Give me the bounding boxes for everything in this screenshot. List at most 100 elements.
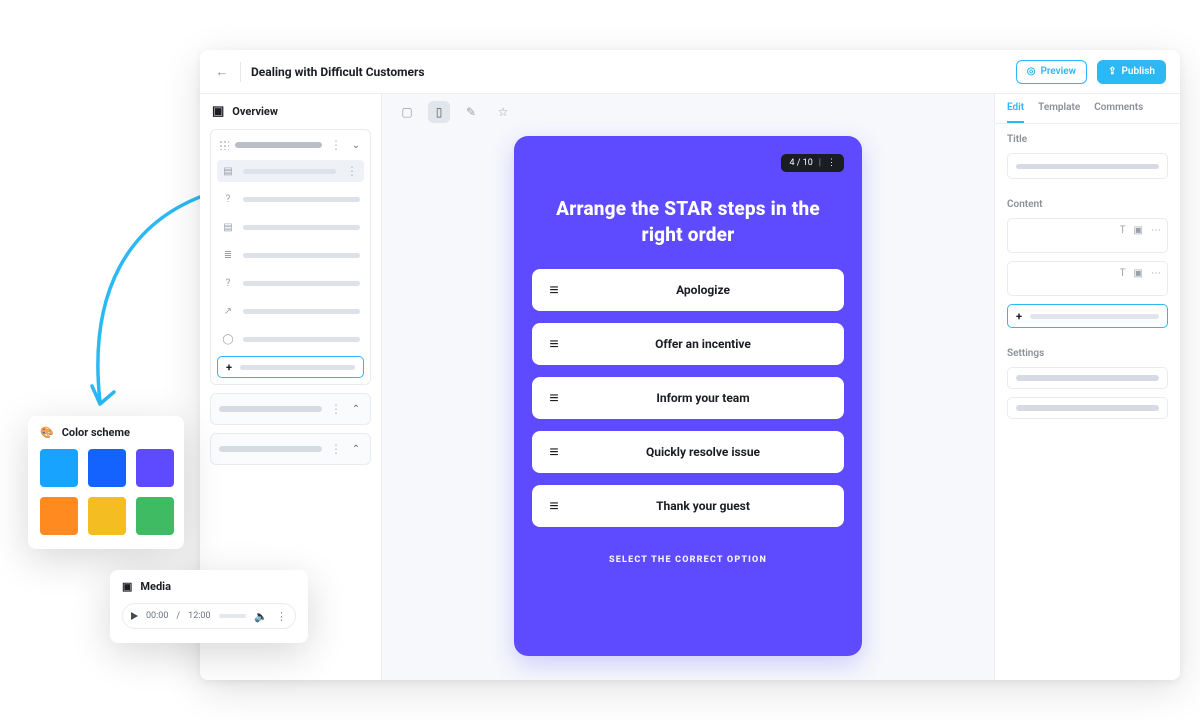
color-swatch[interactable] [136,497,174,535]
progress-pill: 4 / 10 | ⋮ [781,154,844,172]
slide-title-placeholder [243,169,336,174]
tool-comment-icon[interactable]: ✎ [460,101,482,123]
section-card[interactable]: ⋮ ⌃ [210,433,371,465]
section-card[interactable]: ⋮ ⌃ [210,393,371,425]
image-tool-icon[interactable]: ▣ [1134,225,1143,236]
title-value-placeholder [1016,164,1159,169]
text-icon: ▤ [221,220,235,234]
question-icon: ? [221,276,235,290]
reorder-option[interactable]: ≡ Quickly resolve issue [532,431,844,473]
inspector-tabs: Edit Template Comments [995,94,1180,124]
slide-title-placeholder [243,337,360,342]
chevron-down-icon[interactable]: ⌄ [350,140,362,151]
grip-icon[interactable]: ≡ [532,280,574,300]
divider [240,62,241,82]
settings-section-label: Settings [1007,348,1168,359]
section-card[interactable]: ⋮ ⌄ ▤ ⋮ ? ▤ [210,129,371,385]
audio-player[interactable]: 00:00 / 12:00 🔈 ⋮ [122,603,296,629]
color-swatch[interactable] [40,497,78,535]
option-label: Apologize [574,283,832,297]
color-swatch[interactable] [40,449,78,487]
slide-item[interactable]: ▤ ⋮ [217,160,364,182]
tab-template[interactable]: Template [1038,102,1080,123]
slide-item[interactable]: ? [217,272,364,294]
drag-handle-icon[interactable] [219,140,229,150]
plus-icon: + [226,361,232,374]
reorder-option[interactable]: ≡ Apologize [532,269,844,311]
option-label: Thank your guest [574,499,832,513]
tab-comments[interactable]: Comments [1094,102,1143,123]
slide-item[interactable]: ◯ [217,328,364,350]
slide-item[interactable]: ≣ [217,244,364,266]
eye-icon: ◎ [1027,66,1036,77]
content-block[interactable]: T ▣ ⋯ [1007,261,1168,296]
slide-footer-hint: SELECT THE CORRECT OPTION [609,555,767,565]
reorder-option[interactable]: ≡ Thank your guest [532,485,844,527]
kebab-icon[interactable]: ⋮ [328,138,344,152]
kebab-icon[interactable]: ⋮ [328,442,344,456]
inspector-panel: Edit Template Comments Title Content T ▣… [994,94,1180,680]
play-icon[interactable] [131,612,138,620]
slide-title-placeholder [243,253,360,258]
text-tool-icon[interactable]: T [1120,225,1126,236]
reorder-option[interactable]: ≡ Offer an incentive [532,323,844,365]
section-title-placeholder [219,446,322,452]
audio-track[interactable] [219,614,247,618]
kebab-icon[interactable]: ⋮ [344,164,360,178]
option-label: Offer an incentive [574,337,832,351]
slide-item[interactable]: ↗ [217,300,364,322]
tool-mobile-icon[interactable]: ▯ [428,101,450,123]
image-tool-icon[interactable]: ▣ [1134,268,1143,279]
settings-value-placeholder [1016,375,1159,381]
publish-button-label: Publish [1121,66,1155,77]
reorder-options: ≡ Apologize ≡ Offer an incentive ≡ Infor… [532,269,844,527]
chevron-up-icon[interactable]: ⌃ [350,404,362,415]
editor-window: ← Dealing with Difficult Customers ◎ Pre… [200,50,1180,680]
more-icon[interactable]: ⋮ [276,610,287,623]
publish-button[interactable]: ⇪ Publish [1097,60,1166,84]
grip-icon[interactable]: ≡ [532,442,574,462]
content-block[interactable]: T ▣ ⋯ [1007,218,1168,253]
slide-item[interactable]: ? [217,188,364,210]
add-content-button[interactable]: + [1007,304,1168,328]
text-tool-icon[interactable]: T [1120,268,1126,279]
slide-heading: Arrange the STAR steps in the right orde… [538,196,838,247]
tool-desktop-icon[interactable]: ▢ [396,101,418,123]
slide-item[interactable]: ▤ [217,216,364,238]
option-label: Inform your team [574,391,832,405]
progress-menu-icon[interactable]: ⋮ [827,158,836,168]
chevron-up-icon[interactable]: ⌃ [350,444,362,455]
speaker-icon[interactable]: 🔈 [254,610,268,623]
audio-time-current: 00:00 [146,611,168,621]
book-icon: ▣ [212,104,224,119]
section-title-placeholder [235,142,322,148]
kebab-icon[interactable]: ⋮ [328,402,344,416]
audio-time-separator: / [176,611,180,621]
settings-row[interactable] [1007,397,1168,419]
media-title: Media [140,580,171,593]
back-arrow-icon[interactable]: ← [214,64,230,80]
reorder-option[interactable]: ≡ Inform your team [532,377,844,419]
tool-star-icon[interactable]: ☆ [492,101,514,123]
color-swatch[interactable] [136,449,174,487]
slide-title-placeholder [243,225,360,230]
guide-arrow [58,182,218,422]
grip-icon[interactable]: ≡ [532,388,574,408]
canvas-toolbar: ▢ ▯ ✎ ☆ [382,94,994,130]
list-icon: ≣ [221,248,235,262]
color-swatch[interactable] [88,449,126,487]
question-icon: ? [221,192,235,206]
preview-button[interactable]: ◎ Preview [1016,60,1087,84]
title-input[interactable] [1007,153,1168,179]
grip-icon[interactable]: ≡ [532,334,574,354]
add-slide-button[interactable]: + [217,356,364,378]
divider: | [819,158,821,168]
title-section-label: Title [1007,134,1168,145]
more-tool-icon[interactable]: ⋯ [1151,268,1161,279]
check-icon: ◯ [221,332,235,346]
grip-icon[interactable]: ≡ [532,496,574,516]
tab-edit[interactable]: Edit [1007,102,1024,123]
settings-row[interactable] [1007,367,1168,389]
more-tool-icon[interactable]: ⋯ [1151,225,1161,236]
color-swatch[interactable] [88,497,126,535]
